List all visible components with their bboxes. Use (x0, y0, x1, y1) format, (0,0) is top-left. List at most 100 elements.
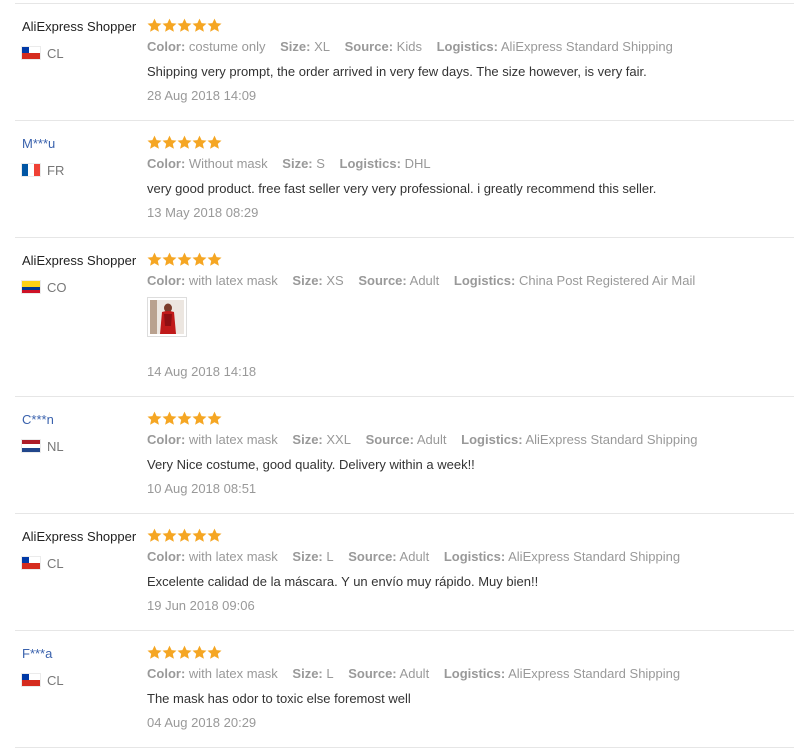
flag-cl-icon (22, 47, 40, 59)
star-icon (177, 645, 192, 659)
top-divider (15, 3, 794, 4)
star-rating (147, 645, 222, 661)
star-icon (192, 528, 207, 542)
review-attributes: Color: with latex mask Size: L Source: A… (147, 666, 691, 681)
attr-source: Source: Adult (365, 432, 447, 447)
country-code: CL (47, 672, 64, 688)
reviewer-name: C***n (22, 412, 54, 427)
review-attributes: Color: Without mask Size: S Logistics: D… (147, 156, 442, 171)
attr-source: Source: Adult (358, 273, 440, 288)
attr-logistics: Logistics: AliExpress Standard Shipping (443, 666, 681, 681)
star-rating (147, 528, 222, 544)
star-icon (162, 135, 177, 149)
reviewer-name: M***u (22, 136, 56, 151)
star-rating (147, 411, 222, 427)
reviewer-name: AliExpress Shopper (22, 529, 137, 544)
flag-nl-icon (22, 440, 40, 452)
attr-color: Color: with latex mask (147, 432, 278, 447)
star-icon (147, 252, 162, 266)
star-icon (207, 528, 222, 542)
star-icon (207, 18, 222, 32)
flag-fr-icon (22, 164, 40, 176)
country-code: NL (47, 438, 64, 454)
star-icon (162, 528, 177, 542)
star-rating (147, 252, 222, 268)
star-icon (162, 252, 177, 266)
attr-color: Color: Without mask (147, 156, 268, 171)
star-icon (192, 135, 207, 149)
review-item: AliExpress Shopper CL Color: costume onl… (15, 18, 794, 121)
review-attributes: Color: with latex mask Size: L Source: A… (147, 549, 691, 564)
review-text: Shipping very prompt, the order arrived … (147, 64, 647, 79)
star-icon (177, 528, 192, 542)
flag-co-icon (22, 281, 40, 293)
attr-logistics: Logistics: China Post Registered Air Mai… (453, 273, 696, 288)
attr-size: Size: L (292, 549, 334, 564)
country-code: FR (47, 162, 65, 178)
review-attributes: Color: costume only Size: XL Source: Kid… (147, 39, 684, 54)
review-date: 04 Aug 2018 20:29 (147, 715, 257, 730)
star-icon (147, 18, 162, 32)
review-date: 19 Jun 2018 09:06 (147, 598, 255, 613)
review-attributes: Color: with latex mask Size: XXL Source:… (147, 432, 708, 447)
star-icon (207, 252, 222, 266)
review-attributes: Color: with latex mask Size: XS Source: … (147, 273, 706, 288)
reviewer-country: CL (22, 672, 64, 688)
reviewer-country: FR (22, 162, 64, 178)
review-item: F***a CL Color: with latex mask Size: L … (15, 645, 794, 748)
star-icon (147, 411, 162, 425)
attr-source: Source: Adult (348, 666, 430, 681)
reviewer-name: AliExpress Shopper (22, 253, 137, 268)
star-icon (177, 18, 192, 32)
attr-logistics: Logistics: AliExpress Standard Shipping (443, 549, 681, 564)
attr-source: Source: Kids (344, 39, 422, 54)
reviewer-country: CL (22, 45, 64, 61)
star-icon (207, 411, 222, 425)
review-item: C***n NL Color: with latex mask Size: XX… (15, 411, 794, 514)
review-item: AliExpress Shopper CL Color: with latex … (15, 528, 794, 631)
flag-cl-icon (22, 557, 40, 569)
review-date: 10 Aug 2018 08:51 (147, 481, 257, 496)
attr-color: Color: with latex mask (147, 666, 278, 681)
attr-logistics: Logistics: DHL (339, 156, 431, 171)
attr-source: Source: Adult (348, 549, 430, 564)
star-rating (147, 18, 222, 34)
country-code: CL (47, 45, 64, 61)
star-icon (177, 135, 192, 149)
review-text: Excelente calidad de la máscara. Y un en… (147, 574, 539, 589)
reviewer-name: AliExpress Shopper (22, 19, 137, 34)
review-date: 13 May 2018 08:29 (147, 205, 259, 220)
review-photo (150, 300, 184, 334)
review-item: M***u FR Color: Without mask Size: S Log… (15, 135, 794, 238)
star-icon (177, 252, 192, 266)
flag-cl-icon (22, 674, 40, 686)
attr-color: Color: costume only (147, 39, 266, 54)
review-date: 14 Aug 2018 14:18 (147, 364, 257, 379)
star-icon (147, 645, 162, 659)
review-item: AliExpress Shopper CO Color: with latex … (15, 252, 794, 397)
star-icon (192, 411, 207, 425)
attr-size: Size: XL (280, 39, 330, 54)
attr-logistics: Logistics: AliExpress Standard Shipping (436, 39, 673, 54)
reviewer-country: NL (22, 438, 64, 454)
attr-size: Size: XXL (292, 432, 351, 447)
star-icon (207, 135, 222, 149)
review-photo-thumbnail[interactable] (147, 297, 187, 337)
photo-image-icon (150, 300, 184, 334)
star-icon (162, 411, 177, 425)
country-code: CO (47, 279, 67, 295)
attr-size: Size: S (282, 156, 325, 171)
star-icon (177, 411, 192, 425)
star-icon (207, 645, 222, 659)
star-icon (147, 135, 162, 149)
star-icon (162, 645, 177, 659)
review-text: Very Nice costume, good quality. Deliver… (147, 457, 475, 472)
star-icon (147, 528, 162, 542)
attr-logistics: Logistics: AliExpress Standard Shipping (461, 432, 698, 447)
star-icon (192, 645, 207, 659)
reviewer-name: F***a (22, 646, 53, 661)
star-icon (192, 18, 207, 32)
review-text: very good product. free fast seller very… (147, 181, 657, 196)
star-icon (162, 18, 177, 32)
attr-size: Size: L (292, 666, 334, 681)
